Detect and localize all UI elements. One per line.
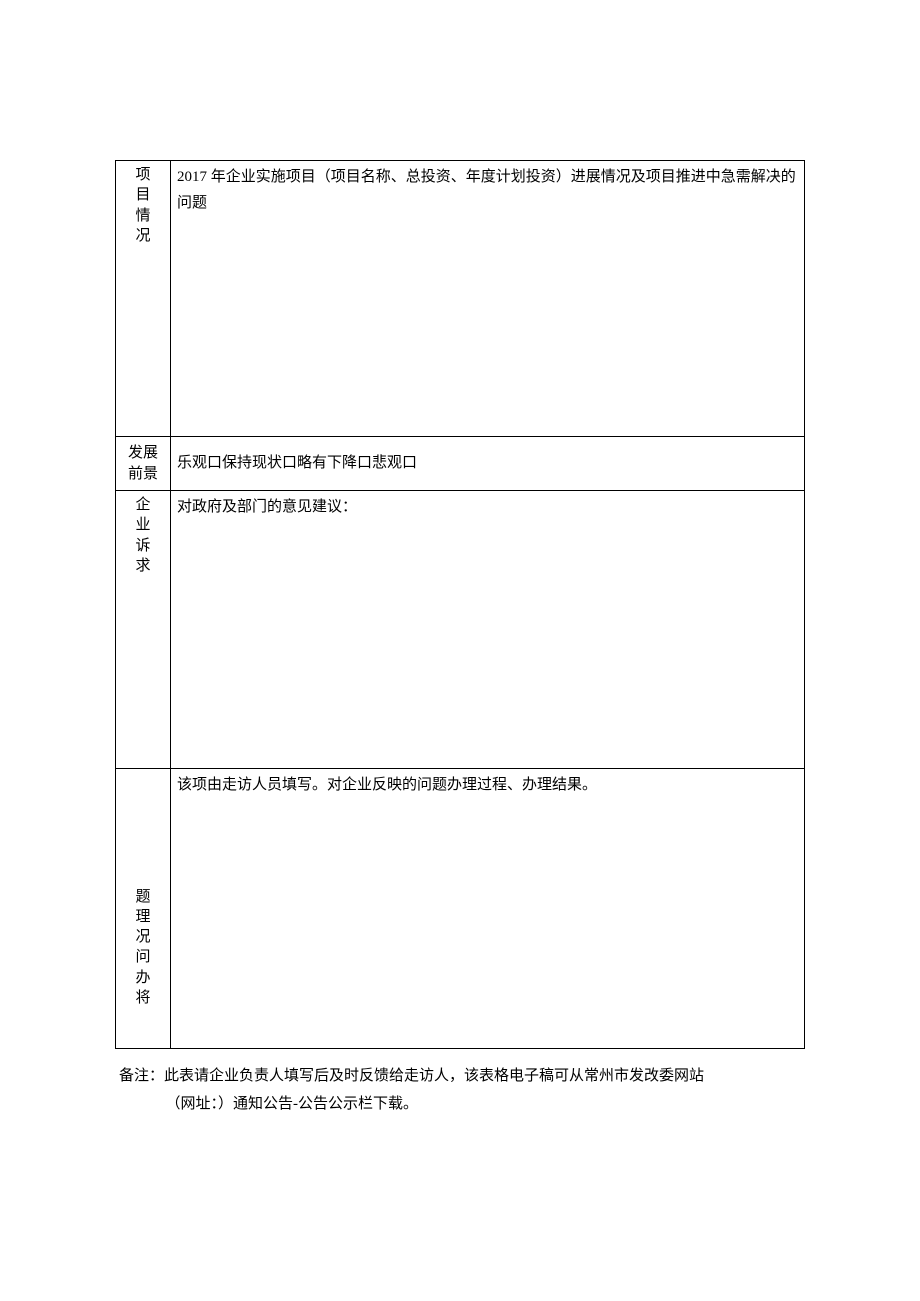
content-handling: 该项由走访人员填写。对企业反映的问题办理过程、办理结果。: [171, 769, 805, 1049]
row-outlook: 发展前景 乐观口保持现状口略有下降口悲观口: [116, 437, 805, 491]
footnote-line1: 备注：此表请企业负责人填写后及时反馈给走访人，该表格电子稿可从常州市发改委网站: [119, 1063, 805, 1091]
enterprise-form-table: 项目情况 2017 年企业实施项目（项目名称、总投资、年度计划投资）进展情况及项…: [115, 160, 805, 1049]
label-project-text: 项目情况: [136, 165, 151, 246]
footnote: 备注：此表请企业负责人填写后及时反馈给走访人，该表格电子稿可从常州市发改委网站 …: [115, 1063, 805, 1119]
label-appeal: 企业诉求: [116, 491, 171, 769]
footnote-line2: （网址：）通知公告-公告公示栏下载。: [119, 1091, 805, 1119]
label-handling: 题理况问办将: [116, 769, 171, 1049]
label-outlook-text: 发展前景: [122, 443, 164, 484]
label-outlook: 发展前景: [116, 437, 171, 491]
label-handling-text: 题理况问办将: [136, 887, 151, 1009]
row-project: 项目情况 2017 年企业实施项目（项目名称、总投资、年度计划投资）进展情况及项…: [116, 161, 805, 437]
label-project: 项目情况: [116, 161, 171, 437]
content-project: 2017 年企业实施项目（项目名称、总投资、年度计划投资）进展情况及项目推进中急…: [171, 161, 805, 437]
content-appeal: 对政府及部门的意见建议：: [171, 491, 805, 769]
content-outlook: 乐观口保持现状口略有下降口悲观口: [171, 437, 805, 491]
row-appeal: 企业诉求 对政府及部门的意见建议：: [116, 491, 805, 769]
row-handling: 题理况问办将 该项由走访人员填写。对企业反映的问题办理过程、办理结果。: [116, 769, 805, 1049]
label-appeal-text: 企业诉求: [136, 495, 151, 576]
